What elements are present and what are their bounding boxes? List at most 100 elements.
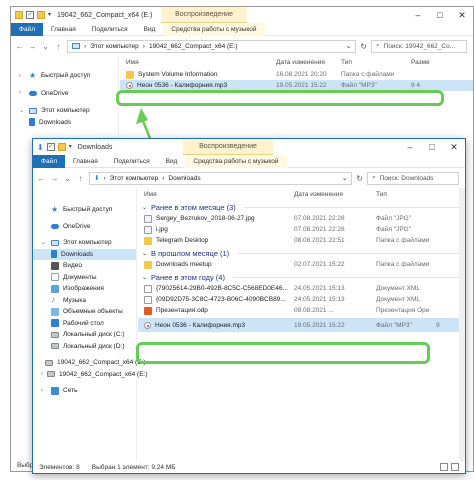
sidebar-item[interactable]: ⌄ Этот компьютер xyxy=(33,237,136,249)
folder-icon xyxy=(144,236,152,245)
sidebar-item[interactable]: Локальный диск (C:) xyxy=(33,329,136,341)
chevron-down-icon[interactable]: ⌄ xyxy=(41,239,47,246)
sidebar-item[interactable]: Объемные объекты xyxy=(33,306,136,318)
details-view-icon[interactable] xyxy=(440,463,448,471)
breadcrumb-downloads[interactable]: Downloads xyxy=(168,175,200,182)
download-icon xyxy=(51,250,57,259)
forward-icon[interactable]: → xyxy=(50,174,59,183)
file-row[interactable]: {09D92D75-3C8C-4723-B06C-4090BCB89... 24.… xyxy=(138,294,465,305)
file-type: Документ XML xyxy=(376,285,421,292)
tab-music-tools[interactable]: Средства работы с музыкой xyxy=(185,154,287,168)
large-icons-view-icon[interactable] xyxy=(451,463,459,471)
sidebar-item[interactable]: Видео xyxy=(33,260,136,272)
star-icon: ★ xyxy=(51,204,59,214)
file-date: 02.07.2021 15:22 xyxy=(294,261,345,268)
sidebar-item[interactable]: › Сеть xyxy=(33,385,136,397)
jpg-file-icon xyxy=(144,225,152,234)
file-row[interactable]: Презентация.odp 08.08.2021 ... Презентация… xyxy=(138,305,465,316)
address-field[interactable]: ⬇ › Этот компьютер › Downloads ⌄ xyxy=(89,171,353,185)
file-name: Презентация.odp xyxy=(156,307,208,314)
chevron-down-icon[interactable]: ▾ xyxy=(69,143,72,151)
chevron-down-icon[interactable]: ⌄ xyxy=(142,204,147,211)
sidebar-item-label: Рабочий стол xyxy=(63,319,104,327)
maximize-icon[interactable]: □ xyxy=(421,139,443,155)
file-row[interactable]: i.jpg 07.08.2021 22:28 Файл "JPG" xyxy=(138,224,465,235)
sidebar-item[interactable]: OneDrive xyxy=(33,221,136,233)
refresh-icon[interactable]: ↻ xyxy=(356,174,363,183)
chevron-down-icon[interactable]: ⌄ xyxy=(142,274,147,281)
presentation-file-icon xyxy=(144,306,152,315)
sidebar-item-label: Видео xyxy=(63,262,82,270)
sidebar-item[interactable]: Рабочий стол xyxy=(33,318,136,330)
download-icon: ⬇ xyxy=(94,175,100,182)
column-headers: Имя Дата изменения Тип xyxy=(138,188,465,201)
file-date: 19.05.2021 15:22 xyxy=(294,321,345,329)
file-row[interactable]: Downloads meetup 02.07.2021 15:22 Папка с … xyxy=(138,259,465,270)
new-folder-icon[interactable] xyxy=(57,143,66,151)
file-date: 07.08.2021 22:28 xyxy=(294,226,345,233)
file-name: {09D92D75-3C8C-4723-B06C-4090BCB89... xyxy=(156,296,286,303)
chevron-down-icon[interactable]: ⌄ xyxy=(342,174,347,182)
pictures-icon xyxy=(51,284,59,293)
sidebar-item[interactable]: Downloads xyxy=(33,248,136,260)
chevron-right-icon[interactable]: › xyxy=(41,388,47,394)
arrow-head xyxy=(136,108,148,124)
tab-file[interactable]: Файл xyxy=(33,154,65,168)
tab-share[interactable]: Поделиться xyxy=(106,155,158,168)
file-row[interactable]: Telegram Desktop 08.08.2021 22:51 Папка с … xyxy=(138,235,465,246)
search-icon: ⌕ xyxy=(372,174,376,181)
video-icon xyxy=(51,261,59,270)
sidebar-item-label: Локальный диск (D:) xyxy=(63,342,125,350)
minimize-icon[interactable]: – xyxy=(399,139,421,155)
sidebar-item-label: OneDrive xyxy=(63,222,91,230)
column-date[interactable]: Дата изменения xyxy=(294,191,376,198)
column-type[interactable]: Тип xyxy=(376,191,436,198)
music-icon: ♪ xyxy=(51,295,55,305)
close-icon[interactable]: ✕ xyxy=(443,139,465,155)
highlight-frame-target xyxy=(136,342,430,364)
status-count: Элементов: 8 xyxy=(39,463,80,471)
group-label: Ранее в этом месяце (3) xyxy=(151,202,236,212)
breadcrumb-this-pc[interactable]: Этот компьютер xyxy=(110,175,159,182)
file-date: 08.08.2021 22:51 xyxy=(294,237,345,244)
scrollbar[interactable] xyxy=(459,188,465,461)
group-header[interactable]: ⌄ В прошлом месяце (1) xyxy=(138,247,465,259)
sidebar-item[interactable]: Локальный диск (D:) xyxy=(33,341,136,353)
jpg-file-icon xyxy=(144,214,152,223)
sidebar-item[interactable]: Изображения xyxy=(33,283,136,295)
status-selected: Выбран 1 элемент: 9,24 МБ xyxy=(91,463,176,471)
file-name: {79025614-29B0-492B-8C5C-C568ED0E46... xyxy=(156,285,288,292)
properties-icon[interactable]: ✓ xyxy=(46,143,55,151)
search-placeholder: Поиск: Downloads xyxy=(379,174,434,182)
file-type: Файл "MP3" xyxy=(376,321,412,329)
sidebar-item-label: Быстрый доступ xyxy=(63,206,113,214)
sidebar-item-label: Локальный диск (C:) xyxy=(63,331,125,339)
search-input[interactable]: ⌕ Поиск: Downloads xyxy=(367,171,459,185)
file-list: Имя Дата изменения Тип ⌄ Ранее в этом мес… xyxy=(138,188,465,461)
network-icon xyxy=(51,386,59,395)
file-row[interactable]: {79025614-29B0-492B-8C5C-C568ED0E46... 24… xyxy=(138,283,465,294)
ribbon-tabs: Файл Главная Поделиться Вид Средства раб… xyxy=(33,154,465,168)
back-icon[interactable]: ← xyxy=(37,174,46,183)
column-name[interactable]: Имя xyxy=(144,191,294,198)
sidebar-item-label: Сеть xyxy=(63,387,78,395)
sidebar-item[interactable]: Документы xyxy=(33,272,136,284)
file-row-selected[interactable]: Неон 0536 - Калифорния.mp3 19.05.2021 15:… xyxy=(138,318,465,332)
tab-view[interactable]: Вид xyxy=(158,155,186,168)
group-divider xyxy=(243,206,459,208)
chevron-down-icon[interactable]: ⌄ xyxy=(142,250,147,257)
sidebar-item[interactable]: › 19042_662_Compact_x64 (E:) xyxy=(33,369,148,381)
sidebar-item[interactable]: ★ Быстрый доступ xyxy=(33,204,136,216)
sidebar-item[interactable]: ♪ Музыка xyxy=(33,295,136,307)
up-icon[interactable]: ↑ xyxy=(76,174,85,183)
group-header[interactable]: ⌄ Ранее в этом месяце (3) xyxy=(138,201,465,213)
sidebar-item[interactable]: 19042_662_Compact_x64 (E:) xyxy=(33,357,146,369)
chevron-down-icon[interactable]: ⌄ xyxy=(63,174,72,183)
sidebar-item-label: 19042_662_Compact_x64 (E:) xyxy=(59,370,148,378)
file-row[interactable]: Sergey_Bezrukov_2018-06-27.jpg 07.08.2021… xyxy=(138,213,465,224)
file-date: 24.05.2021 15:13 xyxy=(294,296,345,303)
tab-home[interactable]: Главная xyxy=(65,155,106,168)
chevron-right-icon[interactable]: › xyxy=(41,371,43,377)
group-header[interactable]: ⌄ Ранее в этом году (4) xyxy=(138,271,465,283)
file-size: 9 xyxy=(436,321,440,329)
